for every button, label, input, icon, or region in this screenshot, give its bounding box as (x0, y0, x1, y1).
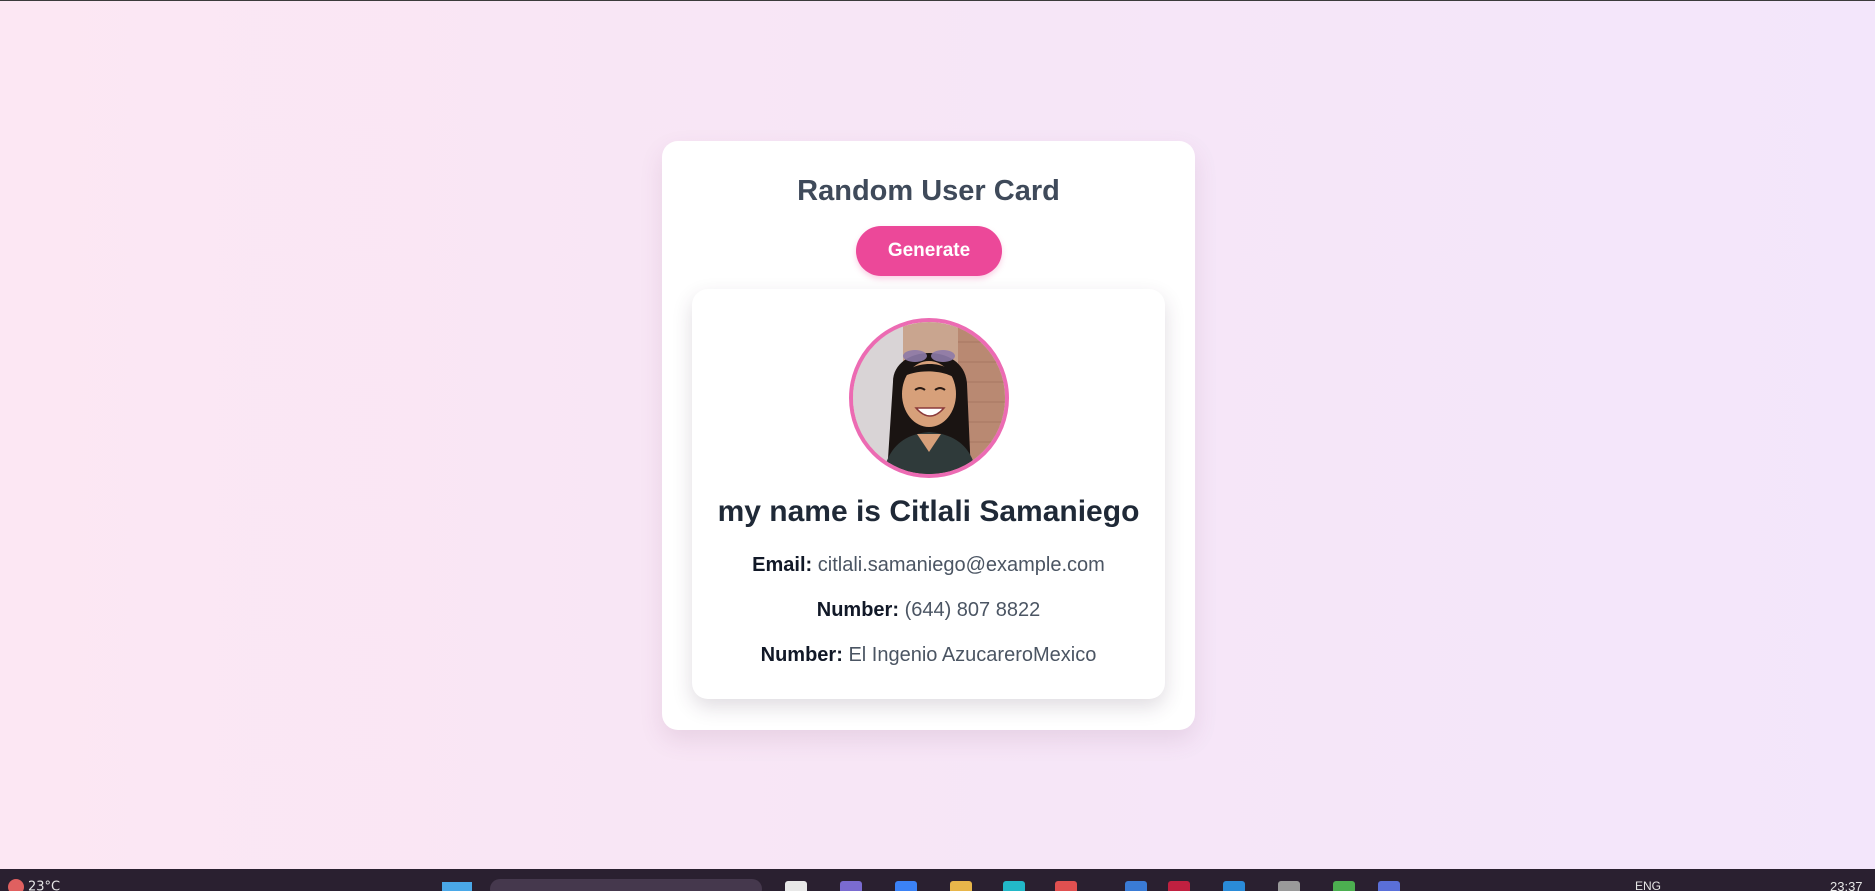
generate-button[interactable]: Generate (856, 226, 1002, 276)
weather-icon (8, 879, 24, 891)
taskbar-app-icon[interactable] (1125, 881, 1147, 891)
location-value: El Ingenio AzucareroMexico (848, 644, 1097, 666)
user-photo-icon (853, 322, 1005, 474)
phone-value: (644) 807 8822 (904, 599, 1041, 621)
weather-temp: 23°C (28, 879, 61, 891)
window-top-border (0, 0, 1875, 1)
taskbar-search[interactable] (490, 879, 762, 891)
taskbar-app-icon[interactable] (840, 881, 862, 891)
clock[interactable]: 23:37 (1830, 879, 1863, 891)
folder-icon[interactable] (950, 881, 972, 891)
taskbar: 23°C ENG 23:37 (0, 869, 1875, 891)
email-row: Email: citlali.samaniego@example.com (692, 554, 1165, 577)
taskbar-app-icon[interactable] (1278, 881, 1300, 891)
location-label: Number: (760, 644, 843, 666)
taskbar-app-icon[interactable] (1378, 881, 1400, 891)
taskbar-app-icon[interactable] (1168, 881, 1190, 891)
taskbar-app-icon[interactable] (1003, 881, 1025, 891)
random-user-card: Random User Card Generate my name is Cit… (662, 141, 1195, 730)
avatar (849, 318, 1009, 478)
windows-start-icon[interactable] (442, 882, 472, 891)
taskbar-app-icon[interactable] (785, 881, 807, 891)
taskbar-app-icon[interactable] (895, 881, 917, 891)
phone-label: Number: (816, 599, 899, 621)
taskbar-app-icon[interactable] (1223, 881, 1245, 891)
taskbar-app-icon[interactable] (1333, 881, 1355, 891)
phone-row: Number: (644) 807 8822 (692, 599, 1165, 622)
language-indicator[interactable]: ENG (1635, 879, 1661, 891)
email-value: citlali.samaniego@example.com (817, 554, 1105, 576)
weather-widget[interactable]: 23°C (8, 879, 60, 891)
taskbar-app-icon[interactable] (1055, 881, 1077, 891)
location-row: Number: El Ingenio AzucareroMexico (692, 644, 1165, 667)
user-profile-card: my name is Citlali Samaniego Email: citl… (692, 289, 1165, 699)
card-title: Random User Card (797, 175, 1060, 207)
user-name: my name is Citlali Samaniego (717, 495, 1140, 528)
email-label: Email: (752, 554, 813, 576)
